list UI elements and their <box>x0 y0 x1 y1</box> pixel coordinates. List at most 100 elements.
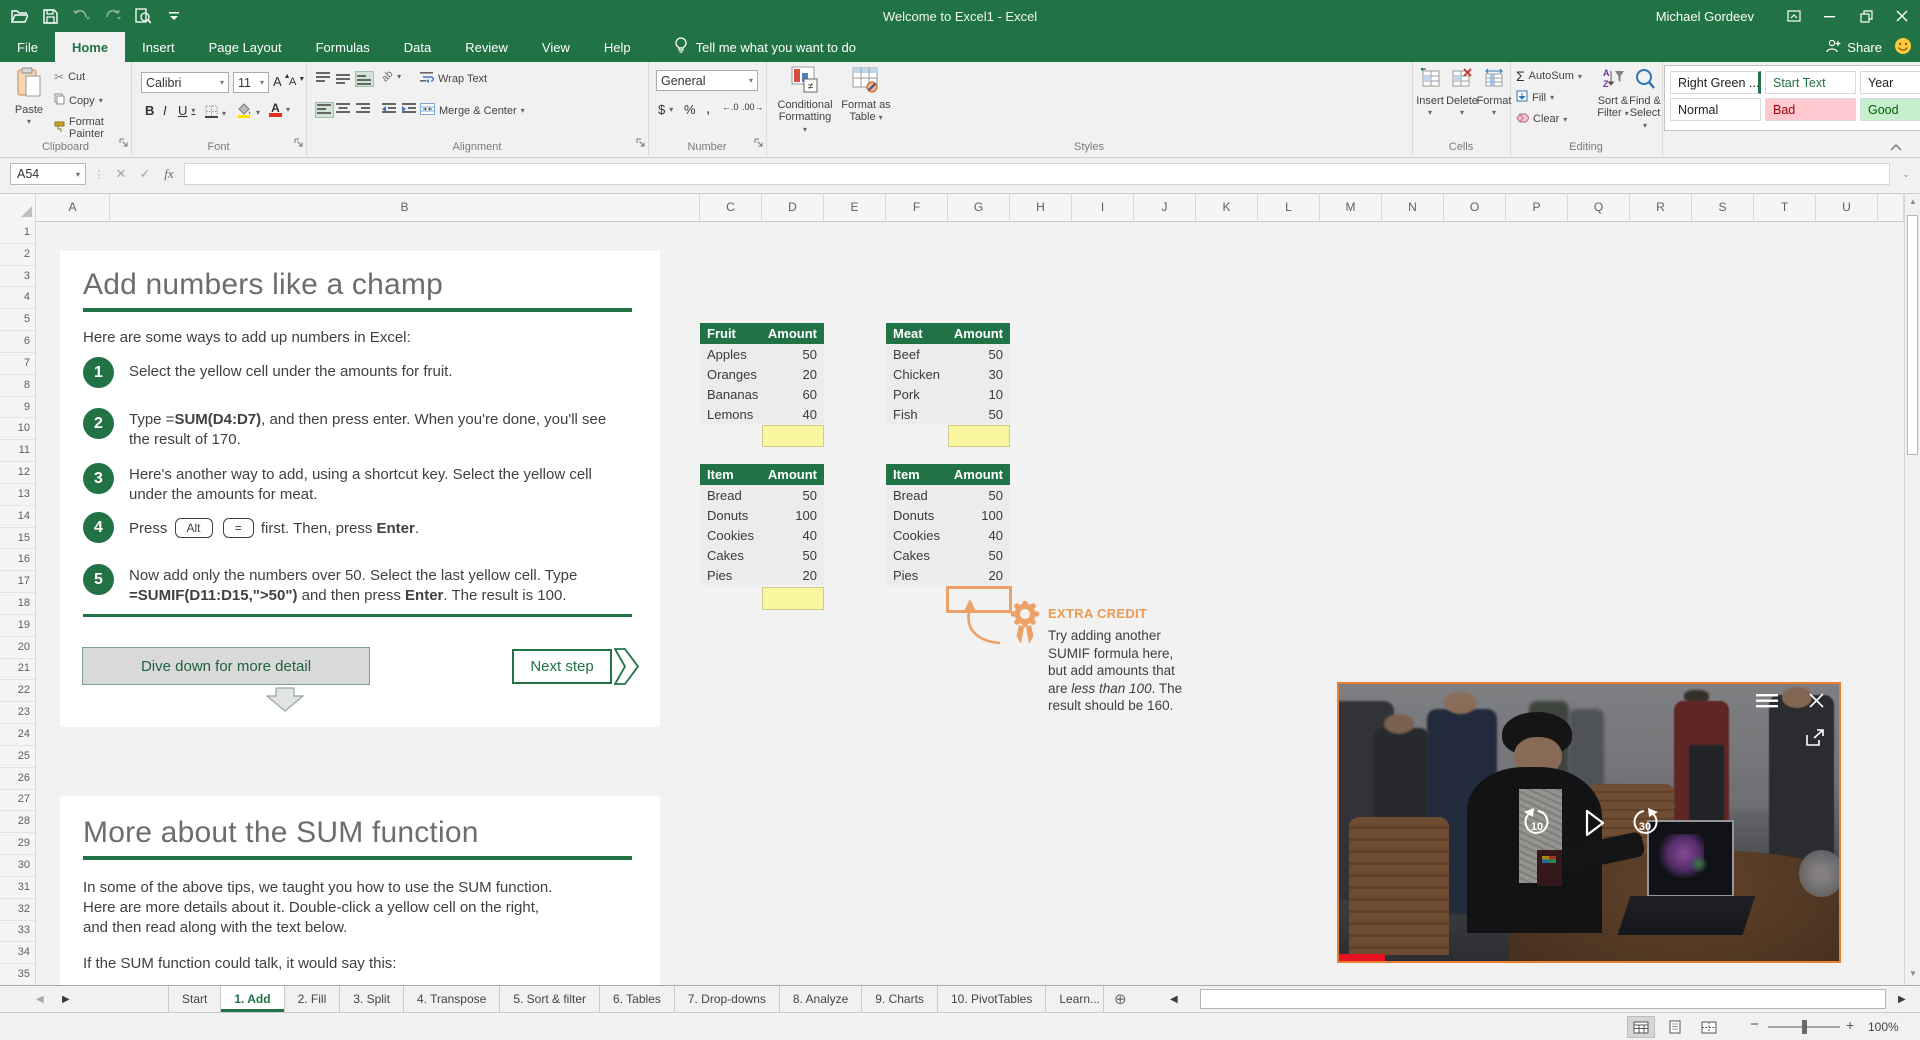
meat-sum-yellow-cell[interactable] <box>948 425 1010 447</box>
table-row[interactable]: Fish 50 <box>886 404 1010 424</box>
copy-button[interactable]: Copy ▾ <box>54 93 103 108</box>
decrease-decimal-button[interactable]: .00→ <box>742 102 764 112</box>
video-player[interactable]: 10 30 <box>1337 682 1841 963</box>
column-header-Q[interactable]: Q <box>1568 193 1630 220</box>
accounting-format-button[interactable]: $ ▾ <box>658 102 673 117</box>
wrap-text-button[interactable]: Wrap Text <box>420 71 487 86</box>
sheet-tab-4-transpose[interactable]: 4. Transpose <box>404 986 501 1012</box>
align-left-icon[interactable] <box>315 102 334 118</box>
sheet-tab-2-fill[interactable]: 2. Fill <box>285 986 341 1012</box>
align-middle-icon[interactable] <box>336 72 351 84</box>
style-bad[interactable]: Bad <box>1765 98 1856 121</box>
table-header-row[interactable]: Meat Amount <box>886 323 1010 344</box>
table-row[interactable]: Cakes 50 <box>700 545 824 565</box>
cancel-entry-icon[interactable]: ✕ <box>110 163 132 185</box>
sheet-tab-9-charts[interactable]: 9. Charts <box>862 986 938 1012</box>
row-header-22[interactable]: 22 <box>0 679 35 703</box>
scroll-down-icon[interactable]: ▼ <box>1909 969 1917 978</box>
ribbon-tab-view[interactable]: View <box>525 32 587 62</box>
table-row[interactable]: Lemons 40 <box>700 404 824 424</box>
row-header-29[interactable]: 29 <box>0 832 35 856</box>
style-year[interactable]: Year <box>1860 71 1920 94</box>
scroll-up-icon[interactable]: ▲ <box>1909 197 1917 206</box>
row-header-3[interactable]: 3 <box>0 265 35 288</box>
style-normal[interactable]: Normal <box>1670 98 1761 121</box>
table-row[interactable]: Pork 10 <box>886 384 1010 404</box>
table-row[interactable]: Cakes 50 <box>886 545 1010 565</box>
hscroll-left-icon[interactable]: ◀ <box>1170 994 1178 1005</box>
bold-button[interactable]: B <box>145 103 154 118</box>
increase-indent-icon[interactable] <box>402 103 417 115</box>
normal-view-icon[interactable] <box>1627 1016 1655 1038</box>
sheet-tab-7-drop-downs[interactable]: 7. Drop-downs <box>675 986 780 1012</box>
number-format-select[interactable]: General ▾ <box>656 70 758 91</box>
comma-style-button[interactable]: , <box>706 100 710 117</box>
sheet-tabs-overflow[interactable]: ... <box>1090 986 1100 1012</box>
table-header-row[interactable]: Item Amount <box>700 464 824 485</box>
column-header-P[interactable]: P <box>1506 193 1568 220</box>
delete-cells-button[interactable]: Delete ▾ <box>1446 68 1478 119</box>
align-right-icon[interactable] <box>356 103 371 115</box>
row-header-14[interactable]: 14 <box>0 505 35 528</box>
vertical-scroll-thumb[interactable] <box>1907 215 1918 455</box>
italic-button[interactable]: I <box>163 103 167 118</box>
column-header-K[interactable]: K <box>1196 193 1258 220</box>
share-button[interactable]: Share <box>1826 39 1882 56</box>
paste-button[interactable]: Paste ▾ <box>8 67 50 128</box>
column-header-R[interactable]: R <box>1630 193 1692 220</box>
table-row[interactable]: Bananas 60 <box>700 384 824 404</box>
row-header-8[interactable]: 8 <box>0 374 35 397</box>
close-button[interactable] <box>1884 0 1920 32</box>
row-header-1[interactable]: 1 <box>0 221 35 244</box>
table-row[interactable]: Beef 50 <box>886 344 1010 364</box>
row-header-31[interactable]: 31 <box>0 876 35 899</box>
fill-color-button[interactable]: ▾ <box>237 103 260 121</box>
tell-me-label[interactable]: Tell me what you want to do <box>696 40 856 55</box>
feedback-smiley-icon[interactable] <box>1894 37 1912 58</box>
column-header-L[interactable]: L <box>1258 193 1320 220</box>
row-header-26[interactable]: 26 <box>0 767 35 790</box>
insert-cells-button[interactable]: Insert ▾ <box>1414 67 1446 119</box>
row-header-5[interactable]: 5 <box>0 308 35 332</box>
column-header-U[interactable]: U <box>1816 193 1878 220</box>
ribbon-tab-insert[interactable]: Insert <box>125 32 192 62</box>
ribbon-tab-help[interactable]: Help <box>587 32 648 62</box>
name-box[interactable]: A54 ▾ <box>10 163 86 185</box>
clear-button[interactable]: Clear ▾ <box>1516 112 1567 126</box>
sheet-tab-5-sort-filter[interactable]: 5. Sort & filter <box>500 986 601 1012</box>
column-header-T[interactable]: T <box>1754 193 1816 220</box>
table-row[interactable]: Cookies 40 <box>700 525 824 545</box>
row-header-9[interactable]: 9 <box>0 396 35 419</box>
table-header-row[interactable]: Item Amount <box>886 464 1010 485</box>
row-header-10[interactable]: 10 <box>0 417 35 441</box>
conditional-formatting-button[interactable]: ≠ Conditional Formatting ▾ <box>776 66 834 136</box>
column-header-N[interactable]: N <box>1382 193 1444 220</box>
row-header-7[interactable]: 7 <box>0 352 35 375</box>
row-header-32[interactable]: 32 <box>0 898 35 921</box>
insert-function-icon[interactable]: fx <box>158 163 180 185</box>
row-header-11[interactable]: 11 <box>0 439 35 463</box>
column-header-I[interactable]: I <box>1072 193 1134 220</box>
sheet-tab-10-pivottables[interactable]: 10. PivotTables <box>938 986 1047 1012</box>
sheet-tab-start[interactable]: Start <box>168 986 222 1012</box>
ribbon-tab-file[interactable]: File <box>0 32 55 62</box>
collapse-ribbon-icon[interactable] <box>1890 138 1902 156</box>
column-header-G[interactable]: G <box>948 193 1010 220</box>
row-header-28[interactable]: 28 <box>0 810 35 834</box>
style-good[interactable]: Good <box>1860 98 1920 121</box>
video-popout-icon[interactable] <box>1803 726 1827 748</box>
fill-button[interactable]: Fill ▾ <box>1516 90 1554 105</box>
account-name[interactable]: Michael Gordeev <box>1656 9 1754 24</box>
format-cells-button[interactable]: Format ▾ <box>1477 68 1511 119</box>
vertical-scrollbar[interactable]: ▲ ▼ <box>1904 193 1920 985</box>
column-header-B[interactable]: B <box>110 193 700 220</box>
video-menu-icon[interactable] <box>1754 691 1780 711</box>
prev-sheet-icon[interactable]: ◀ <box>36 994 44 1005</box>
merge-center-button[interactable]: Merge & Center ▾ <box>420 103 525 118</box>
next-step-button[interactable]: Next step <box>512 649 612 684</box>
hscroll-right-icon[interactable]: ▶ <box>1898 994 1906 1005</box>
column-header-F[interactable]: F <box>886 193 948 220</box>
page-layout-view-icon[interactable] <box>1662 1017 1688 1037</box>
font-family-select[interactable]: Calibri ▾ <box>141 72 229 93</box>
ribbon-tab-review[interactable]: Review <box>448 32 525 62</box>
